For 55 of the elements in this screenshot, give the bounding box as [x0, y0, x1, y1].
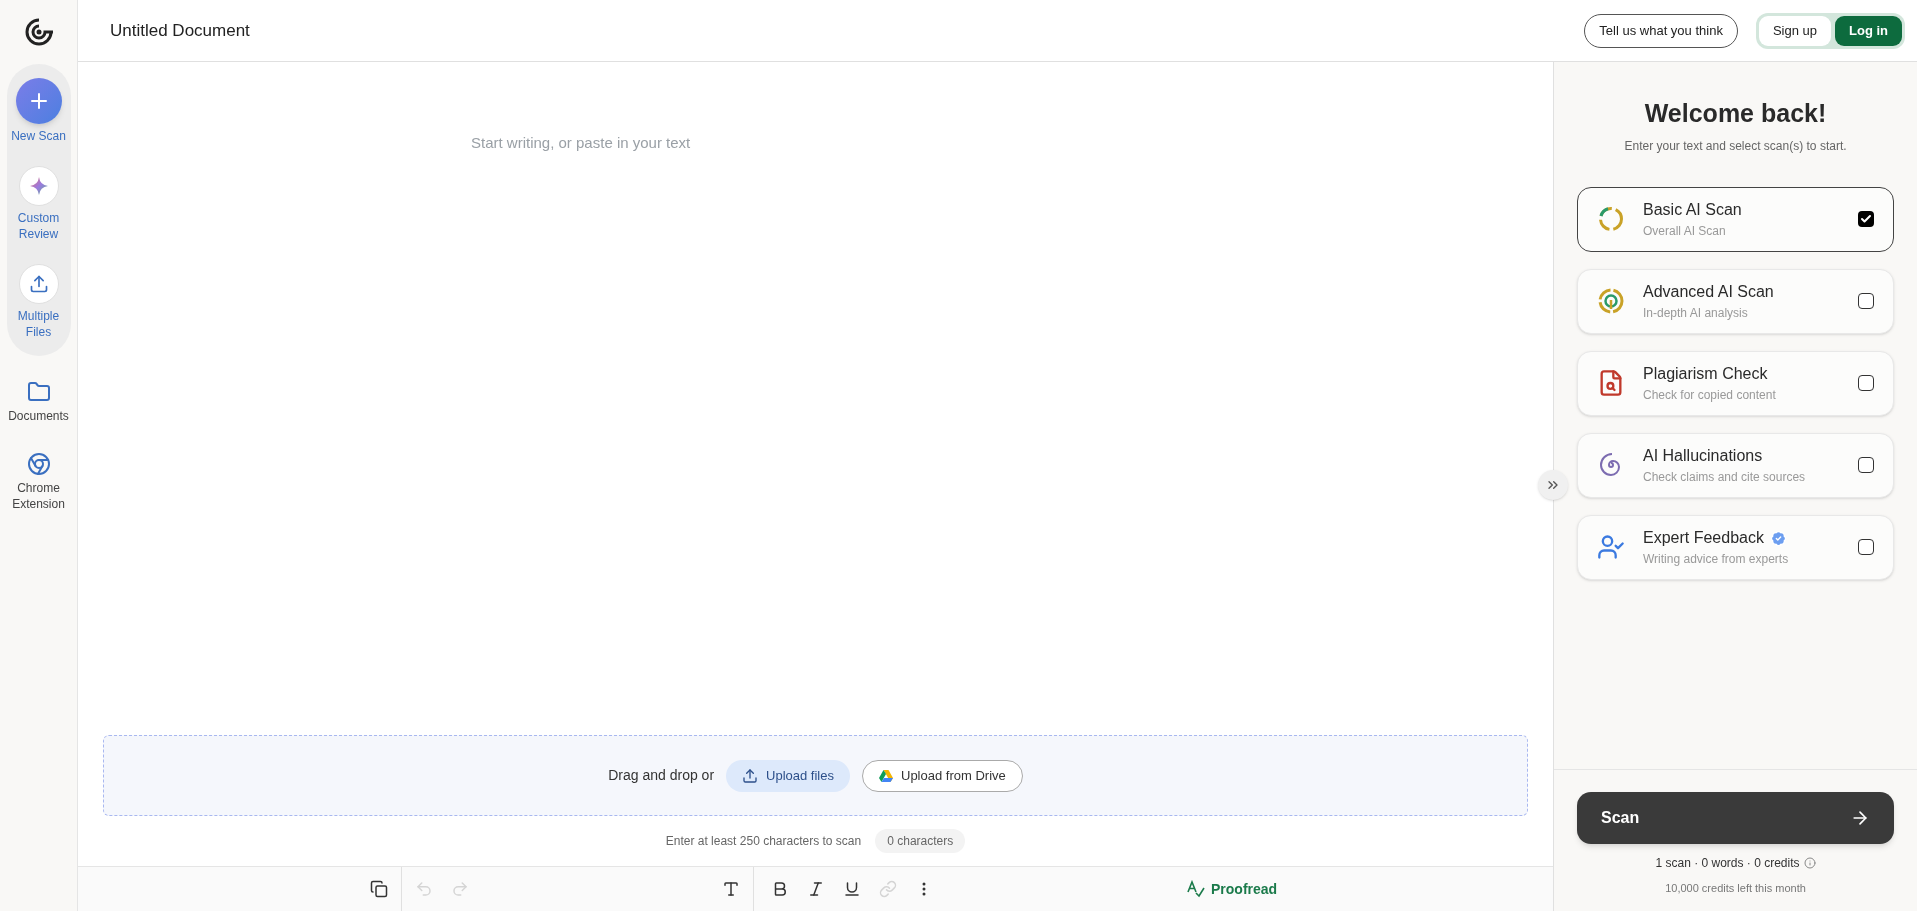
scan-option-card[interactable]: Advanced AI Scan In-depth AI analysis: [1577, 268, 1894, 334]
scan-option-card[interactable]: Basic AI Scan Overall AI Scan: [1577, 186, 1894, 252]
log-in-button[interactable]: Log in: [1835, 15, 1902, 46]
ring-icon: [1597, 205, 1625, 233]
collapse-button[interactable]: [1538, 470, 1568, 500]
scan-checkbox[interactable]: [1858, 375, 1874, 391]
welcome-heading: Welcome back!: [1644, 98, 1827, 129]
sidebar-item[interactable]: Multiple Files: [6, 264, 71, 340]
drop-zone-text: Drag and drop or: [608, 766, 715, 785]
document-title: Untitled Document: [110, 19, 250, 42]
credits-left: 10,000 credits left this month: [1665, 881, 1806, 896]
scan-summary: 1 scan · 0 words · 0 credits: [1655, 855, 1800, 872]
scan-subtitle: Check claims and cite sources: [1643, 469, 1807, 486]
plus-icon: [15, 78, 62, 124]
feedback-button[interactable]: Tell us what you think: [1584, 13, 1738, 48]
scan-option-card[interactable]: AI Hallucinations Check claims and cite sources: [1577, 432, 1894, 498]
scan-checkbox[interactable]: [1858, 539, 1874, 555]
drive-icon: [879, 769, 893, 782]
sign-up-button[interactable]: Sign up: [1758, 15, 1831, 46]
info-icon: [1803, 857, 1816, 869]
proofread-button[interactable]: Proofread: [1187, 878, 1278, 900]
spell-check-icon: [1187, 880, 1205, 898]
character-count: 0 characters: [875, 829, 966, 853]
upload-files-button[interactable]: Upload files: [726, 759, 850, 792]
scan-subtitle: Writing advice from experts: [1643, 551, 1790, 568]
check-icon: [1860, 213, 1872, 225]
folder-icon: [26, 380, 51, 404]
scan-option-card[interactable]: Plagiarism Check Check for copied content: [1577, 350, 1894, 416]
upload-drive-button[interactable]: Upload from Drive: [862, 759, 1023, 792]
target-icon: [1597, 287, 1625, 315]
scan-subtitle: In-depth AI analysis: [1643, 305, 1749, 322]
upload-icon: [18, 264, 59, 304]
scan-title: Plagiarism Check: [1643, 364, 1768, 384]
length-hint: Enter at least 250 characters to scan: [665, 833, 862, 850]
sparkle-icon: [18, 166, 59, 206]
scan-subtitle: Check for copied content: [1643, 387, 1777, 404]
scan-title: Advanced AI Scan: [1643, 282, 1774, 302]
sidebar-item[interactable]: Documents: [6, 380, 71, 424]
scan-option-card[interactable]: Expert Feedback Writing advice from experts: [1577, 514, 1894, 580]
scan-checkbox[interactable]: [1858, 293, 1874, 309]
person-check-icon: [1597, 533, 1625, 561]
chrome-icon: [26, 452, 51, 476]
welcome-subtitle: Enter your text and select scan(s) to start.: [1624, 137, 1847, 155]
sidebar-item[interactable]: Custom Review: [6, 166, 71, 242]
sidebar-item[interactable]: New Scan: [6, 78, 71, 144]
scan-checkbox[interactable]: [1858, 457, 1874, 473]
upload-icon: [742, 767, 759, 784]
scan-button[interactable]: Scan: [1577, 792, 1894, 844]
scan-title: Basic AI Scan: [1643, 200, 1742, 220]
sidebar-item[interactable]: Chrome Extension: [6, 452, 71, 512]
scan-checkbox[interactable]: [1858, 211, 1874, 227]
scan-title: Expert Feedback: [1643, 528, 1764, 548]
scan-title: AI Hallucinations: [1643, 446, 1763, 466]
scan-subtitle: Overall AI Scan: [1643, 223, 1727, 240]
verified-icon: [1769, 529, 1787, 547]
